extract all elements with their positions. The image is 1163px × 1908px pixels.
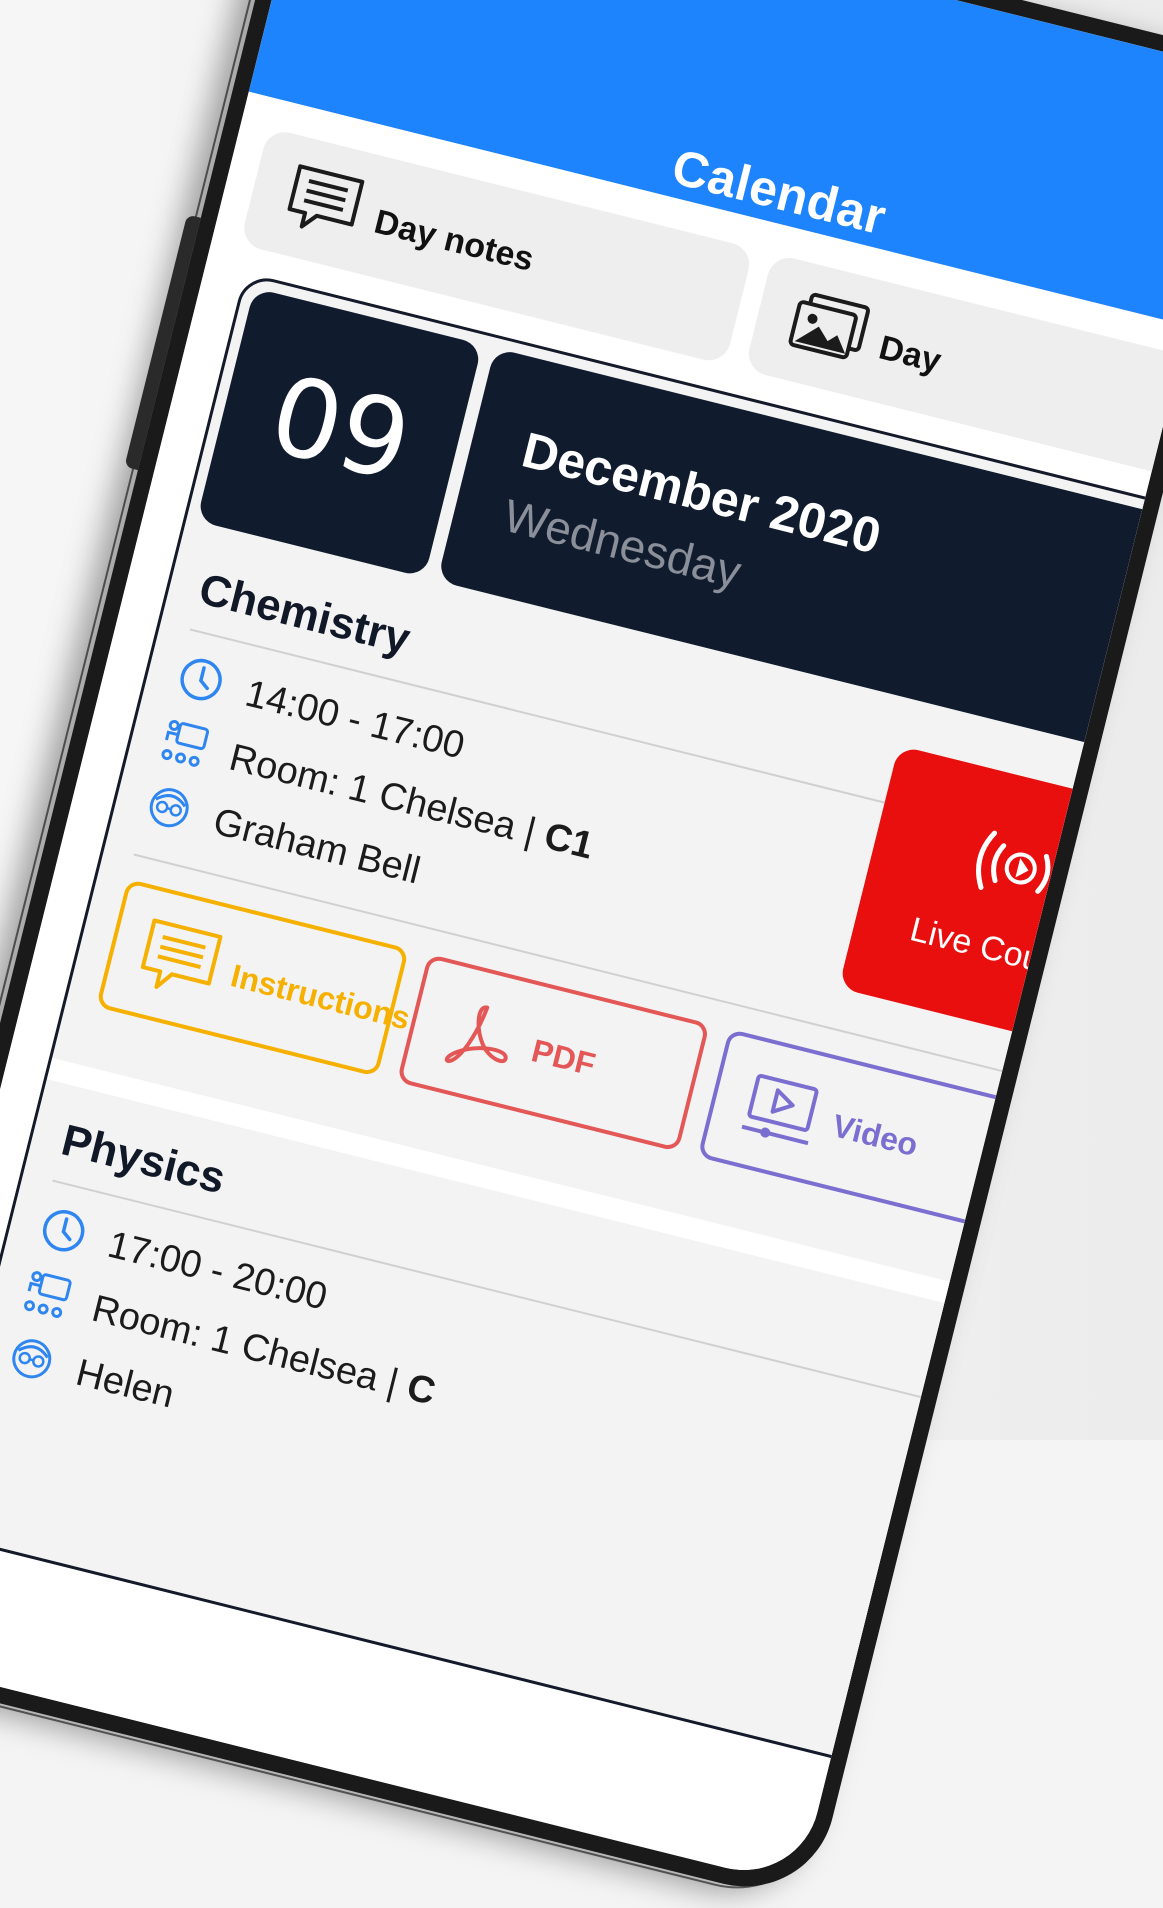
day-notes-label: Day notes xyxy=(370,202,538,279)
date-number-box: 09 xyxy=(196,287,483,578)
video-label: Video xyxy=(828,1107,922,1164)
instructions-button[interactable]: Instructions xyxy=(95,878,414,1078)
lesson-subject: Chemistry xyxy=(194,564,415,665)
room-code: C1 xyxy=(540,815,598,868)
image-gallery-icon xyxy=(788,292,870,360)
day-pictures-label: Day xyxy=(875,328,945,381)
instructions-label: Instructions xyxy=(227,957,414,1037)
clock-icon xyxy=(180,658,222,701)
pdf-label: PDF xyxy=(528,1032,599,1083)
day-card: 09 December 2020 Wednesday Chemistry 14:… xyxy=(0,272,1163,1776)
teacher-icon xyxy=(149,788,189,828)
classroom-icon xyxy=(161,719,210,767)
clock-icon xyxy=(42,1209,85,1252)
note-bubble-icon xyxy=(287,164,365,229)
lesson-teacher-text: Helen xyxy=(71,1351,179,1417)
date-number: 09 xyxy=(258,352,423,507)
calendar-content: Day notes Day 09 December 2020 Wednesday xyxy=(0,91,1163,1887)
teacher-icon xyxy=(12,1339,52,1379)
phone-frame: Calendar Day notes Day 09 December 2020 … xyxy=(0,0,1163,1906)
video-icon xyxy=(741,1073,819,1146)
video-button[interactable]: Video xyxy=(697,1028,1011,1228)
classroom-icon xyxy=(24,1271,72,1318)
lesson-subject: Physics xyxy=(56,1115,231,1204)
pdf-icon xyxy=(444,1005,508,1064)
pdf-button[interactable]: PDF xyxy=(396,953,710,1153)
note-bubble-icon xyxy=(140,918,223,989)
